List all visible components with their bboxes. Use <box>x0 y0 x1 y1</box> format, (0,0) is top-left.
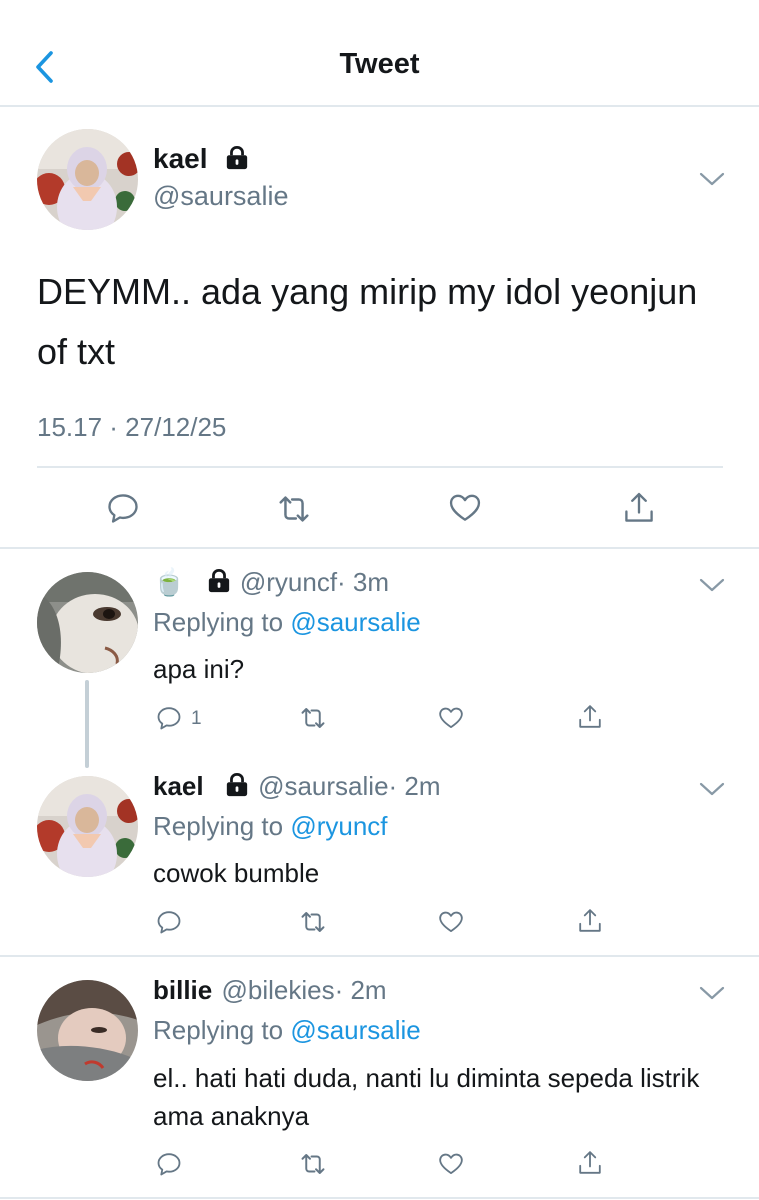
retweet-icon[interactable] <box>298 907 328 937</box>
replying-to-link[interactable]: @saursalie <box>290 607 420 637</box>
reply-avatar[interactable] <box>37 980 138 1081</box>
reply-author-name[interactable]: kael <box>153 771 204 801</box>
main-tweet-text: DEYMM.. ada yang mirip my idol yeonjun o… <box>37 271 698 372</box>
retweet-icon[interactable] <box>298 703 328 733</box>
reply-handle[interactable]: @ryuncf <box>240 567 337 597</box>
reply-text: cowok bumble <box>153 858 320 888</box>
chevron-down-icon[interactable] <box>699 171 725 187</box>
reply-handle[interactable]: @bilekies <box>221 975 334 1005</box>
replying-label: Replying to <box>153 811 284 841</box>
divider <box>0 547 759 549</box>
main-tweet-author[interactable]: kael <box>153 143 249 175</box>
share-icon[interactable] <box>576 703 604 731</box>
share-icon[interactable] <box>576 1149 604 1177</box>
divider <box>0 1197 759 1199</box>
reply-time: · 3m <box>337 567 390 597</box>
chevron-down-icon[interactable] <box>699 781 725 797</box>
reply-avatar[interactable] <box>37 776 138 877</box>
top-bar: Tweet <box>0 0 759 107</box>
reply-handle[interactable]: @saursalie <box>258 771 388 801</box>
replying-to-line: Replying to @saursalie <box>153 607 421 638</box>
chevron-down-icon[interactable] <box>699 577 725 593</box>
reply-count: 1 <box>191 708 202 729</box>
reply-author-name[interactable]: 🍵 <box>153 567 185 597</box>
retweet-icon[interactable] <box>275 490 313 528</box>
reply-icon[interactable] <box>155 1150 183 1178</box>
main-tweet-timestamp: 15.17 · 27/12/25 <box>37 412 227 442</box>
replying-to-line: Replying to @ryuncf <box>153 811 388 842</box>
divider <box>0 955 759 957</box>
replying-to-link[interactable]: @saursalie <box>290 1015 420 1045</box>
like-icon[interactable] <box>437 908 465 936</box>
thread-connector <box>85 680 89 768</box>
reply-avatar[interactable] <box>37 572 138 673</box>
retweet-icon[interactable] <box>298 1149 328 1179</box>
share-icon[interactable] <box>621 490 657 526</box>
reply-header: billie @bilekies· 2m <box>153 975 387 1006</box>
reply-author-name[interactable]: billie <box>153 975 212 1005</box>
main-tweet-avatar[interactable] <box>37 129 138 230</box>
reply-text: apa ini? <box>153 654 245 684</box>
lock-icon <box>207 568 231 594</box>
replying-label: Replying to <box>153 607 284 637</box>
reply-time: · 2m <box>334 975 387 1005</box>
chevron-down-icon[interactable] <box>699 985 725 1001</box>
reply-text: el.. hati hati duda, nanti lu diminta se… <box>153 1063 700 1131</box>
author-name: kael <box>153 143 208 174</box>
reply-icon[interactable] <box>105 490 141 526</box>
reply-icon[interactable] <box>155 908 183 936</box>
page-title: Tweet <box>339 48 420 80</box>
replying-to-link[interactable]: @ryuncf <box>290 811 387 841</box>
like-icon[interactable] <box>437 1150 465 1178</box>
reply-time: · 2m <box>388 771 441 801</box>
reply-header: kael @saursalie· 2m <box>153 771 441 802</box>
share-icon[interactable] <box>576 907 604 935</box>
main-tweet-handle[interactable]: @saursalie <box>153 181 288 212</box>
lock-icon <box>225 145 249 171</box>
like-icon[interactable] <box>447 490 483 526</box>
reply-icon[interactable] <box>155 704 183 732</box>
replying-label: Replying to <box>153 1015 284 1045</box>
like-icon[interactable] <box>437 704 465 732</box>
lock-icon <box>225 772 249 798</box>
replying-to-line: Replying to @saursalie <box>153 1015 421 1046</box>
reply-header: 🍵 @ryuncf· 3m <box>153 567 389 598</box>
divider <box>37 466 723 468</box>
